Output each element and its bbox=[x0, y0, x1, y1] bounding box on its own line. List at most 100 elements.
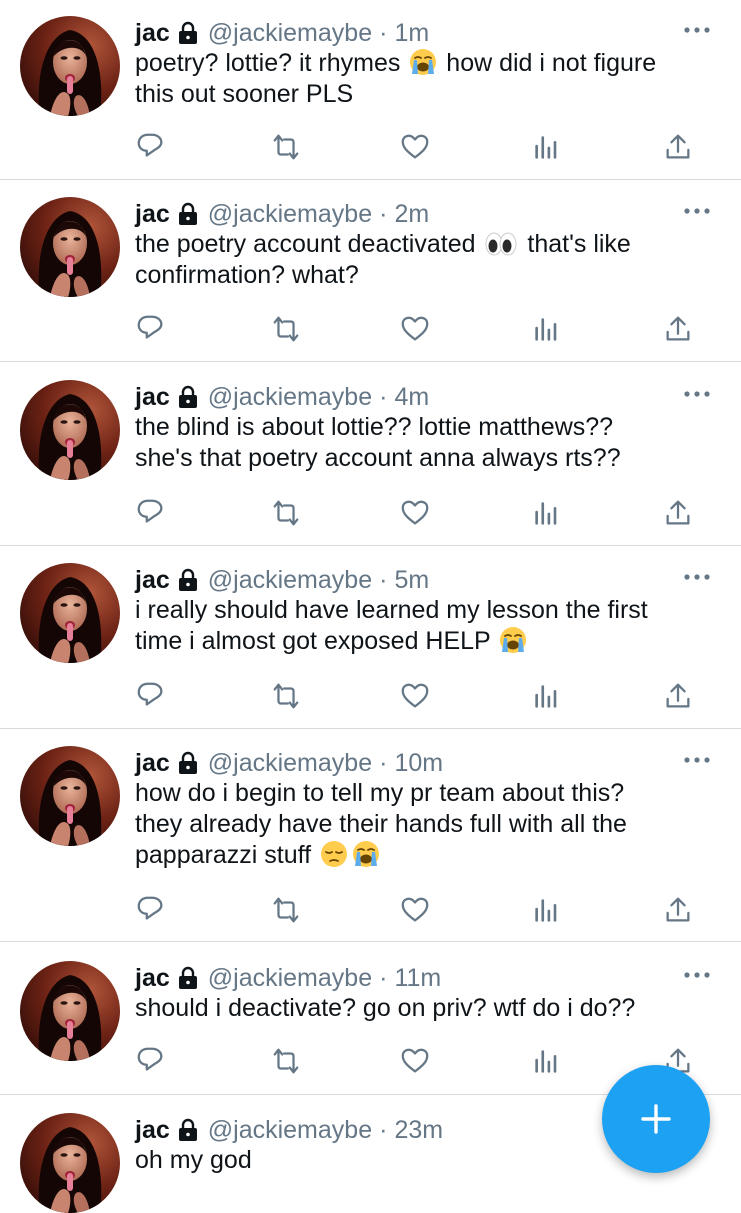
display-name[interactable]: jac bbox=[135, 749, 170, 778]
reply-button[interactable] bbox=[134, 679, 168, 713]
share-button[interactable] bbox=[661, 496, 695, 530]
retweet-button[interactable] bbox=[269, 130, 303, 164]
share-button[interactable] bbox=[661, 679, 695, 713]
user-handle[interactable]: @jackiemaybe bbox=[208, 964, 372, 993]
timestamp[interactable]: 23m bbox=[394, 1116, 443, 1145]
timestamp[interactable]: 1m bbox=[394, 19, 429, 48]
share-button[interactable] bbox=[661, 893, 695, 927]
lock-icon bbox=[178, 202, 197, 225]
analytics-button[interactable] bbox=[530, 312, 564, 346]
display-name[interactable]: jac bbox=[135, 19, 170, 48]
like-button[interactable] bbox=[398, 312, 432, 346]
retweet-icon bbox=[273, 683, 299, 709]
display-name[interactable]: jac bbox=[135, 566, 170, 595]
like-button[interactable] bbox=[398, 1044, 432, 1078]
tweet-header: jac @jackiemaybe · 1m bbox=[135, 16, 429, 50]
more-button[interactable] bbox=[680, 750, 714, 770]
share-button[interactable] bbox=[661, 130, 695, 164]
like-button[interactable] bbox=[398, 679, 432, 713]
display-name[interactable]: jac bbox=[135, 964, 170, 993]
retweet-button[interactable] bbox=[269, 1044, 303, 1078]
retweet-icon bbox=[273, 134, 299, 160]
reply-icon bbox=[137, 499, 163, 523]
heart-icon bbox=[401, 134, 429, 159]
timestamp[interactable]: 10m bbox=[394, 749, 443, 778]
analytics-button[interactable] bbox=[530, 679, 564, 713]
lock-badge bbox=[176, 21, 200, 45]
user-handle[interactable]: @jackiemaybe bbox=[208, 1116, 372, 1145]
tweet-text-segment: i really should have learned my lesson t… bbox=[135, 596, 648, 624]
reply-button[interactable] bbox=[134, 893, 168, 927]
display-name[interactable]: jac bbox=[135, 383, 170, 412]
more-button[interactable] bbox=[680, 965, 714, 985]
retweet-icon bbox=[273, 897, 299, 923]
tweet-text-segment: she's that poetry account anna always rt… bbox=[135, 444, 621, 472]
user-handle[interactable]: @jackiemaybe bbox=[208, 566, 372, 595]
tweet-actions bbox=[0, 893, 741, 927]
avatar[interactable] bbox=[20, 380, 120, 480]
retweet-button[interactable] bbox=[269, 679, 303, 713]
timestamp[interactable]: 2m bbox=[394, 200, 429, 229]
reply-button[interactable] bbox=[134, 1044, 168, 1078]
tweet-divider bbox=[0, 545, 741, 546]
share-button[interactable] bbox=[661, 312, 695, 346]
tweet-text-segment: the blind is about lottie?? lottie matth… bbox=[135, 413, 614, 441]
user-handle[interactable]: @jackiemaybe bbox=[208, 383, 372, 412]
tweet-text-line: poetry? lottie? it rhymes how did i not … bbox=[135, 48, 720, 79]
separator-dot: · bbox=[379, 565, 388, 594]
retweet-button[interactable] bbox=[269, 312, 303, 346]
analytics-button[interactable] bbox=[530, 1044, 564, 1078]
more-button[interactable] bbox=[680, 20, 714, 40]
lock-badge bbox=[176, 202, 200, 226]
lock-badge bbox=[176, 385, 200, 409]
analytics-icon bbox=[535, 899, 557, 922]
reply-button[interactable] bbox=[134, 496, 168, 530]
analytics-icon bbox=[535, 502, 557, 525]
lock-badge bbox=[176, 966, 200, 990]
retweet-icon bbox=[273, 500, 299, 526]
avatar[interactable] bbox=[20, 563, 120, 663]
like-button[interactable] bbox=[398, 496, 432, 530]
tweet-text-line: should i deactivate? go on priv? wtf do … bbox=[135, 993, 720, 1024]
retweet-icon bbox=[273, 1048, 299, 1074]
heart-icon bbox=[401, 1048, 429, 1073]
user-handle[interactable]: @jackiemaybe bbox=[208, 19, 372, 48]
compose-button[interactable] bbox=[602, 1065, 710, 1173]
user-handle[interactable]: @jackiemaybe bbox=[208, 749, 372, 778]
avatar[interactable] bbox=[20, 16, 120, 116]
analytics-button[interactable] bbox=[530, 893, 564, 927]
display-name[interactable]: jac bbox=[135, 200, 170, 229]
retweet-button[interactable] bbox=[269, 496, 303, 530]
tweet-text-segment: poetry? lottie? it rhymes bbox=[135, 49, 408, 77]
tweet-text-line: this out sooner PLS bbox=[135, 79, 720, 110]
more-button[interactable] bbox=[680, 201, 714, 221]
like-button[interactable] bbox=[398, 893, 432, 927]
reply-icon bbox=[137, 133, 163, 157]
analytics-button[interactable] bbox=[530, 496, 564, 530]
more-button[interactable] bbox=[680, 567, 714, 587]
more-button[interactable] bbox=[680, 384, 714, 404]
timestamp[interactable]: 5m bbox=[394, 566, 429, 595]
share-icon bbox=[666, 316, 690, 341]
avatar[interactable] bbox=[20, 1113, 120, 1213]
retweet-icon bbox=[273, 316, 299, 342]
retweet-button[interactable] bbox=[269, 893, 303, 927]
avatar[interactable] bbox=[20, 197, 120, 297]
display-name[interactable]: jac bbox=[135, 1116, 170, 1145]
tweet-text-segment: time i almost got exposed HELP bbox=[135, 627, 498, 655]
lock-icon bbox=[178, 568, 197, 591]
user-handle[interactable]: @jackiemaybe bbox=[208, 200, 372, 229]
tweet-text-line: they already have their hands full with … bbox=[135, 809, 720, 840]
reply-button[interactable] bbox=[134, 130, 168, 164]
avatar[interactable] bbox=[20, 746, 120, 846]
tweet-divider bbox=[0, 941, 741, 942]
like-button[interactable] bbox=[398, 130, 432, 164]
reply-button[interactable] bbox=[134, 312, 168, 346]
timestamp[interactable]: 11m bbox=[394, 964, 441, 993]
analytics-button[interactable] bbox=[530, 130, 564, 164]
lock-icon bbox=[178, 1118, 197, 1141]
tweet-text-segment: the poetry account deactivated bbox=[135, 230, 483, 258]
tweet-text-segment: this out sooner PLS bbox=[135, 80, 354, 108]
tweet-divider bbox=[0, 361, 741, 362]
timestamp[interactable]: 4m bbox=[394, 383, 429, 412]
